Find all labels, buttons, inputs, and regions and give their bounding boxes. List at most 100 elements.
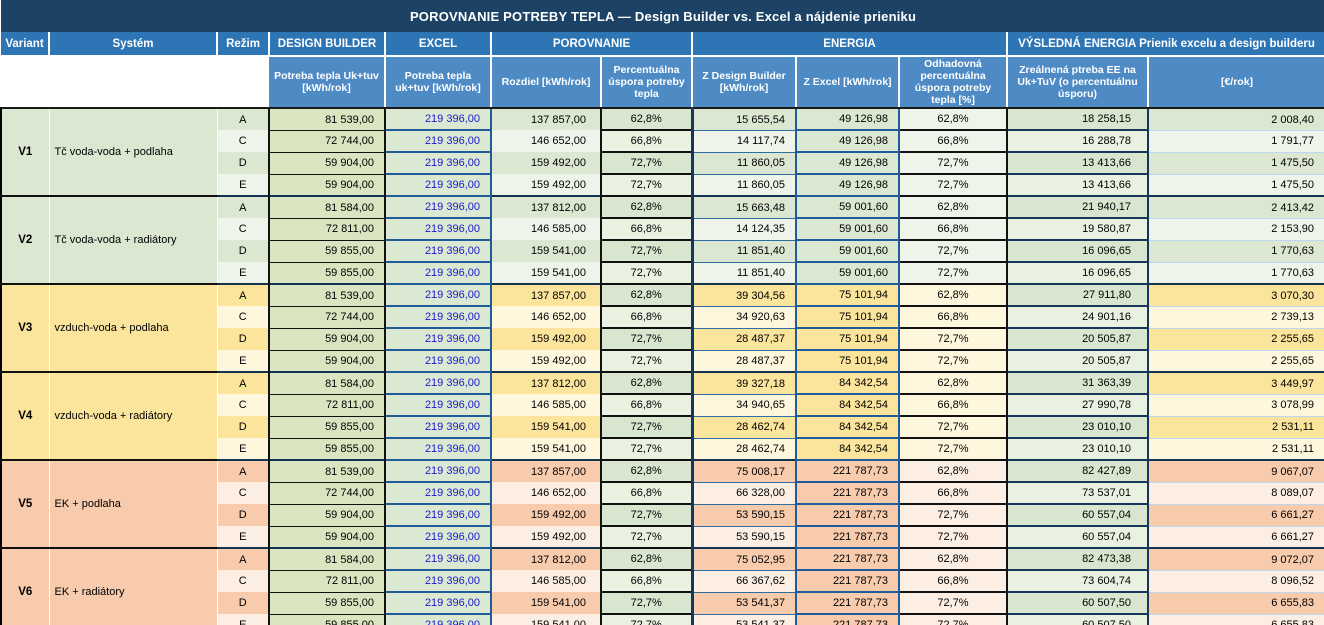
cell-v5-e-odhad[interactable]: 72,7% [898,525,1008,550]
cell-v4-a-uspora[interactable]: 62,8% [600,371,693,396]
cell-v5-d-rezim[interactable]: D [217,504,270,527]
cell-v4-c-rozdiel[interactable]: 146 585,00 [491,394,601,417]
cell-v4-d-odhad[interactable]: 72,7% [898,415,1008,440]
cell-v1-d-excel[interactable]: 219 396,00 [384,151,492,176]
cell-v6-d-rozdiel[interactable]: 159 541,00 [491,592,601,615]
cell-v3-d-zexcel[interactable]: 75 101,94 [795,327,900,352]
cell-v1-d-zreal[interactable]: 13 413,66 [1006,151,1149,176]
cell-v2-c-zreal[interactable]: 19 580,87 [1006,217,1149,242]
cell-v2-e-zexcel[interactable]: 59 001,60 [795,261,900,286]
col-header-rezim[interactable]: Režim [217,32,270,57]
cell-v2-d-zreal[interactable]: 16 096,65 [1006,239,1149,264]
cell-v2-c-rezim[interactable]: C [217,218,270,241]
cell-v2-c-eur[interactable]: 2 153,90 [1148,218,1324,241]
cell-v3-d-eur[interactable]: 2 255,65 [1148,328,1324,351]
cell-v3-e-zdb[interactable]: 28 487,37 [690,350,796,373]
cell-v6-c-uspora[interactable]: 66,8% [600,569,693,594]
variant-id-v2[interactable]: V2 [0,195,50,286]
cell-v5-e-zdb[interactable]: 53 590,15 [690,526,796,549]
cell-v3-e-zexcel[interactable]: 75 101,94 [795,349,900,374]
variant-system-v6[interactable]: EK + radiátory [49,547,218,625]
cell-v3-c-rezim[interactable]: C [217,306,270,329]
cell-v2-e-excel[interactable]: 219 396,00 [384,261,492,286]
cell-v6-a-zexcel[interactable]: 221 787,73 [795,547,900,572]
cell-v2-d-uspora[interactable]: 72,7% [600,239,693,264]
cell-v1-a-odhad[interactable]: 62,8% [898,107,1008,132]
cell-v3-c-zdb[interactable]: 34 920,63 [690,306,796,329]
sub-header-rozdiel[interactable]: Rozdiel [kWh/rok] [491,56,602,110]
cell-v5-c-zreal[interactable]: 73 537,01 [1006,481,1149,506]
cell-v6-e-rezim[interactable]: E [217,614,270,625]
cell-v2-c-excel[interactable]: 219 396,00 [384,217,492,242]
cell-v6-e-db[interactable]: 59 855,00 [268,613,386,625]
cell-v4-e-eur[interactable]: 2 531,11 [1148,438,1324,461]
cell-v5-d-eur[interactable]: 6 661,27 [1148,504,1324,527]
sub-header-potreba-excel[interactable]: Potreba tepla uk+tuv [kWh/rok] [385,56,492,110]
cell-v2-a-zreal[interactable]: 21 940,17 [1006,195,1149,220]
cell-v3-e-rozdiel[interactable]: 159 492,00 [491,350,601,373]
cell-v6-a-db[interactable]: 81 584,00 [268,547,386,571]
cell-v1-d-odhad[interactable]: 72,7% [898,151,1008,176]
cell-v6-c-zexcel[interactable]: 221 787,73 [795,569,900,594]
cell-v3-d-excel[interactable]: 219 396,00 [384,327,492,352]
cell-v4-d-db[interactable]: 59 855,00 [268,415,386,439]
variant-system-v5[interactable]: EK + podlaha [49,459,218,550]
cell-v1-e-odhad[interactable]: 72,7% [898,173,1008,198]
cell-v3-d-rezim[interactable]: D [217,328,270,351]
cell-v4-c-uspora[interactable]: 66,8% [600,393,693,418]
col-header-variant[interactable]: Variant [1,32,50,57]
cell-v1-d-db[interactable]: 59 904,00 [268,151,386,175]
cell-v1-e-zexcel[interactable]: 49 126,98 [795,173,900,198]
cell-v4-c-zexcel[interactable]: 84 342,54 [795,393,900,418]
cell-v4-e-zdb[interactable]: 28 462,74 [690,438,796,461]
cell-v1-c-odhad[interactable]: 66,8% [898,129,1008,154]
cell-v3-d-rozdiel[interactable]: 159 492,00 [491,328,601,351]
cell-v1-e-rozdiel[interactable]: 159 492,00 [491,174,601,197]
cell-v1-a-zdb[interactable]: 15 655,54 [690,107,796,131]
cell-v5-d-uspora[interactable]: 72,7% [600,503,693,528]
cell-v2-c-odhad[interactable]: 66,8% [898,217,1008,242]
cell-v3-e-rezim[interactable]: E [217,350,270,373]
cell-v4-d-uspora[interactable]: 72,7% [600,415,693,440]
cell-v2-e-rozdiel[interactable]: 159 541,00 [491,262,601,285]
cell-v1-c-excel[interactable]: 219 396,00 [384,129,492,154]
cell-v4-d-eur[interactable]: 2 531,11 [1148,416,1324,439]
cell-v5-a-rozdiel[interactable]: 137 857,00 [491,459,601,483]
col-header-excel[interactable]: EXCEL [385,32,492,57]
cell-v3-a-rezim[interactable]: A [217,283,270,307]
cell-v1-c-db[interactable]: 72 744,00 [268,129,386,153]
cell-v3-c-odhad[interactable]: 66,8% [898,305,1008,330]
cell-v2-a-rezim[interactable]: A [217,195,270,219]
cell-v3-e-zreal[interactable]: 20 505,87 [1006,349,1149,374]
cell-v1-c-zexcel[interactable]: 49 126,98 [795,129,900,154]
cell-v4-c-zdb[interactable]: 34 940,65 [690,394,796,417]
cell-v4-e-db[interactable]: 59 855,00 [268,437,386,461]
cell-v2-d-eur[interactable]: 1 770,63 [1148,240,1324,263]
cell-v2-c-rozdiel[interactable]: 146 585,00 [491,218,601,241]
cell-v5-c-zdb[interactable]: 66 328,00 [690,482,796,505]
cell-v3-d-odhad[interactable]: 72,7% [898,327,1008,352]
cell-v5-d-zreal[interactable]: 60 557,04 [1006,503,1149,528]
cell-v6-d-zreal[interactable]: 60 507,50 [1006,591,1149,616]
cell-v4-e-rezim[interactable]: E [217,438,270,461]
cell-v6-d-db[interactable]: 59 855,00 [268,591,386,615]
cell-v4-a-zreal[interactable]: 31 363,39 [1006,371,1149,396]
cell-v5-a-odhad[interactable]: 62,8% [898,459,1008,484]
cell-v1-a-rozdiel[interactable]: 137 857,00 [491,107,601,131]
cell-v5-e-uspora[interactable]: 72,7% [600,525,693,550]
cell-v4-e-odhad[interactable]: 72,7% [898,437,1008,462]
cell-v4-d-rezim[interactable]: D [217,416,270,439]
cell-v6-d-odhad[interactable]: 72,7% [898,591,1008,616]
cell-v5-e-zreal[interactable]: 60 557,04 [1006,525,1149,550]
cell-v3-a-eur[interactable]: 3 070,30 [1148,283,1324,307]
cell-v4-e-excel[interactable]: 219 396,00 [384,437,492,462]
cell-v2-e-db[interactable]: 59 855,00 [268,261,386,285]
cell-v4-a-rezim[interactable]: A [217,371,270,395]
cell-v6-e-zreal[interactable]: 60 507,50 [1006,613,1149,625]
cell-v2-a-zexcel[interactable]: 59 001,60 [795,195,900,220]
sub-header-z-excel[interactable]: Z Excel [kWh/rok] [796,56,900,110]
variant-system-v3[interactable]: vzduch-voda + podlaha [49,283,218,374]
cell-v3-e-excel[interactable]: 219 396,00 [384,349,492,374]
cell-v6-d-uspora[interactable]: 72,7% [600,591,693,616]
cell-v2-a-eur[interactable]: 2 413,42 [1148,195,1324,219]
